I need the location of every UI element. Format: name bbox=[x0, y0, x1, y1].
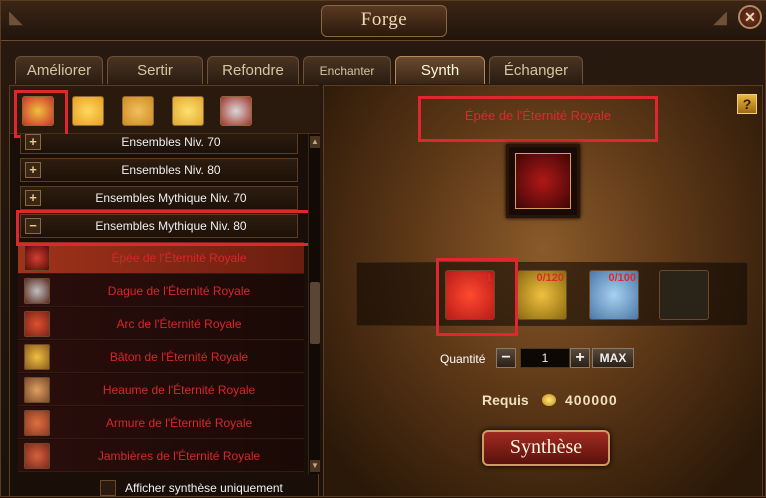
material-count: 0/120 bbox=[536, 272, 564, 284]
leggings-thumb-icon bbox=[24, 443, 50, 469]
empty-slot-icon bbox=[659, 270, 709, 320]
item-label: Heaume de l'Éternité Royale bbox=[102, 383, 256, 397]
category-bar bbox=[10, 86, 320, 134]
synth-only-checkbox[interactable] bbox=[100, 480, 116, 496]
weapon-category-icon[interactable] bbox=[22, 96, 54, 126]
list-item[interactable]: Heaume de l'Éternité Royale bbox=[18, 374, 304, 406]
recipe-list-panel: + Ensembles Niv. 70 + Ensembles Niv. 80 … bbox=[9, 85, 320, 497]
dagger-thumb-icon bbox=[24, 278, 50, 304]
expand-icon[interactable]: + bbox=[25, 162, 41, 178]
synth-only-label: Afficher synthèse uniquement bbox=[125, 481, 283, 495]
scroll-down-icon[interactable]: ▼ bbox=[310, 460, 320, 472]
synth-detail-panel: ? Épée de l'Éternité Royale 0/1 0/120 0/… bbox=[323, 85, 763, 497]
list-scrollbar[interactable]: ▲ ▼ bbox=[308, 134, 320, 474]
expand-icon[interactable]: + bbox=[25, 190, 41, 206]
treasure-chest-icon[interactable] bbox=[122, 96, 154, 126]
scroll-thumb[interactable] bbox=[310, 282, 320, 344]
materials-strip: 0/1 0/120 0/100 bbox=[356, 262, 748, 326]
required-gold-value: 400000 bbox=[565, 392, 618, 408]
gold-crystal-icon[interactable] bbox=[172, 96, 204, 126]
target-item-slot[interactable] bbox=[506, 144, 580, 218]
group-row-niv80[interactable]: + Ensembles Niv. 80 bbox=[20, 158, 298, 182]
corner-ornament-icon: ◢ bbox=[713, 7, 727, 27]
group-label: Ensembles Niv. 80 bbox=[121, 163, 221, 177]
forge-window: ◣ Forge ◢ ✕ Améliorer Sertir Refondre En… bbox=[0, 0, 766, 497]
royal-sword-icon bbox=[515, 153, 571, 209]
list-item[interactable]: Armure de l'Éternité Royale bbox=[18, 407, 304, 439]
armor-thumb-icon bbox=[24, 410, 50, 436]
target-item-name: Épée de l'Éternité Royale bbox=[464, 108, 612, 123]
list-item[interactable]: Épée de l'Éternité Royale bbox=[18, 242, 304, 274]
tab-ameliorer[interactable]: Améliorer bbox=[15, 56, 103, 84]
tab-sertir[interactable]: Sertir bbox=[107, 56, 203, 84]
tab-enchanter[interactable]: Enchanter bbox=[303, 56, 391, 84]
quantity-plus-button[interactable]: + bbox=[570, 348, 590, 368]
collapse-icon[interactable]: − bbox=[25, 218, 41, 234]
sword-thumb-icon bbox=[24, 245, 50, 271]
tab-echanger[interactable]: Échanger bbox=[489, 56, 583, 84]
group-row-mythique-niv70[interactable]: + Ensembles Mythique Niv. 70 bbox=[20, 186, 298, 210]
list-item[interactable]: Arc de l'Éternité Royale bbox=[18, 308, 304, 340]
gold-coin-icon bbox=[542, 394, 556, 406]
list-item[interactable]: Dague de l'Éternité Royale bbox=[18, 275, 304, 307]
synthesize-button[interactable]: Synthèse bbox=[482, 430, 610, 466]
blue-chest-icon[interactable]: 0/100 bbox=[589, 270, 639, 320]
item-label: Épée de l'Éternité Royale bbox=[111, 251, 247, 265]
tab-synth[interactable]: Synth bbox=[395, 56, 485, 84]
helmet-thumb-icon bbox=[24, 377, 50, 403]
bow-thumb-icon bbox=[24, 311, 50, 337]
material-count: 0/100 bbox=[608, 272, 636, 284]
red-sword-icon[interactable]: 0/1 bbox=[445, 270, 495, 320]
help-button[interactable]: ? bbox=[737, 94, 757, 114]
group-label: Ensembles Mythique Niv. 80 bbox=[95, 219, 247, 233]
gold-gem-icon[interactable] bbox=[72, 96, 104, 126]
list-item[interactable]: Bâton de l'Éternité Royale bbox=[18, 341, 304, 373]
group-row-niv70[interactable]: + Ensembles Niv. 70 bbox=[20, 134, 298, 154]
quantity-input[interactable] bbox=[520, 348, 570, 368]
list-item[interactable]: Jambières de l'Éternité Royale bbox=[18, 440, 304, 472]
tab-refondre[interactable]: Refondre bbox=[207, 56, 299, 84]
item-label: Bâton de l'Éternité Royale bbox=[109, 350, 249, 364]
gold-sword-icon[interactable]: 0/120 bbox=[517, 270, 567, 320]
expand-icon[interactable]: + bbox=[25, 134, 41, 150]
title-bar: ◣ Forge ◢ ✕ bbox=[1, 1, 766, 41]
window-title: Forge bbox=[360, 9, 408, 30]
quantity-minus-button[interactable]: − bbox=[496, 348, 516, 368]
group-row-mythique-niv80[interactable]: − Ensembles Mythique Niv. 80 bbox=[20, 214, 298, 238]
required-label: Requis bbox=[482, 392, 529, 408]
max-button[interactable]: MAX bbox=[592, 348, 634, 368]
staff-thumb-icon bbox=[24, 344, 50, 370]
scroll-up-icon[interactable]: ▲ bbox=[310, 136, 320, 148]
item-label: Jambières de l'Éternité Royale bbox=[97, 449, 261, 463]
item-label: Dague de l'Éternité Royale bbox=[107, 284, 251, 298]
group-label: Ensembles Mythique Niv. 70 bbox=[95, 191, 247, 205]
close-button[interactable]: ✕ bbox=[738, 5, 762, 29]
material-count: 0/1 bbox=[476, 272, 492, 284]
armor-set-icon[interactable] bbox=[220, 96, 252, 126]
quantity-label: Quantité bbox=[440, 352, 486, 366]
recipe-list: + Ensembles Niv. 70 + Ensembles Niv. 80 … bbox=[10, 134, 308, 474]
item-label: Arc de l'Éternité Royale bbox=[116, 317, 242, 331]
group-label: Ensembles Niv. 70 bbox=[121, 135, 221, 149]
item-label: Armure de l'Éternité Royale bbox=[105, 416, 253, 430]
